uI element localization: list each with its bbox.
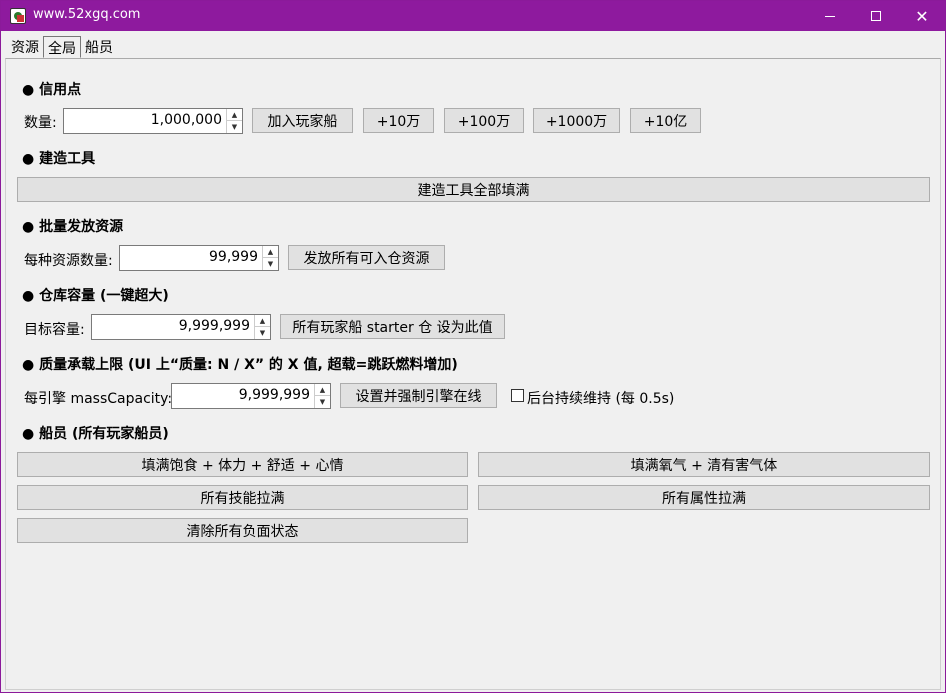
add-to-player-ship-button[interactable]: 加入玩家船 bbox=[252, 108, 353, 133]
spin-arrows: ▲ ▼ bbox=[254, 315, 270, 339]
section-credits-header: ● 信用点 bbox=[22, 82, 82, 98]
fill-needs-button[interactable]: 填满饱食 + 体力 + 舒适 + 心情 bbox=[17, 452, 468, 477]
max-attributes-button[interactable]: 所有属性拉满 bbox=[478, 485, 930, 510]
background-maintain-checkbox[interactable] bbox=[511, 389, 524, 402]
batch-qty-spinbox[interactable]: 99,999 ▲ ▼ bbox=[119, 245, 279, 271]
grant-all-resources-button[interactable]: 发放所有可入仓资源 bbox=[288, 245, 445, 270]
add-1000w-button[interactable]: +1000万 bbox=[533, 108, 620, 133]
add-100w-button[interactable]: +100万 bbox=[444, 108, 524, 133]
credits-qty-label: 数量: bbox=[24, 115, 57, 131]
storage-target-label: 目标容量: bbox=[24, 322, 85, 338]
set-force-engine-online-button[interactable]: 设置并强制引擎在线 bbox=[340, 383, 497, 408]
fill-oxygen-button[interactable]: 填满氧气 + 清有害气体 bbox=[478, 452, 930, 477]
clear-negative-status-button[interactable]: 清除所有负面状态 bbox=[17, 518, 468, 543]
section-batch-header: ● 批量发放资源 bbox=[22, 219, 124, 235]
set-starter-storage-button[interactable]: 所有玩家船 starter 仓 设为此值 bbox=[280, 314, 505, 339]
section-crew-header: ● 船员 (所有玩家船员) bbox=[22, 426, 169, 442]
spin-arrows: ▲ ▼ bbox=[314, 384, 330, 408]
global-panel: ● 信用点 数量: 1,000,000 ▲ ▼ 加入玩家船 +10万 +100万… bbox=[5, 58, 941, 690]
maximize-icon bbox=[871, 11, 881, 21]
title-bar[interactable]: www.52xgq.com ✕ bbox=[1, 1, 945, 31]
credits-qty-value: 1,000,000 bbox=[150, 112, 222, 128]
spin-down-icon[interactable]: ▼ bbox=[263, 258, 278, 270]
spin-down-icon[interactable]: ▼ bbox=[255, 327, 270, 339]
spin-arrows: ▲ ▼ bbox=[262, 246, 278, 270]
close-icon: ✕ bbox=[915, 6, 929, 26]
tab-resources[interactable]: 资源 bbox=[7, 36, 43, 58]
minimize-button[interactable] bbox=[807, 1, 853, 31]
spin-arrows: ▲ ▼ bbox=[226, 109, 242, 133]
add-10yi-button[interactable]: +10亿 bbox=[630, 108, 701, 133]
background-maintain-label: 后台持续维持 (每 0.5s) bbox=[527, 391, 675, 407]
maximize-button[interactable] bbox=[853, 1, 899, 31]
spin-up-icon[interactable]: ▲ bbox=[315, 384, 330, 396]
spin-down-icon[interactable]: ▼ bbox=[227, 121, 242, 133]
spin-down-icon[interactable]: ▼ bbox=[315, 396, 330, 408]
minimize-icon bbox=[825, 15, 835, 17]
section-mass-header: ● 质量承载上限 (UI 上“质量: N / X” 的 X 值, 超载=跳跃燃料… bbox=[22, 357, 458, 373]
app-icon bbox=[10, 8, 26, 24]
section-build-header: ● 建造工具 bbox=[22, 151, 96, 167]
tab-bar: 资源 全局 船员 bbox=[7, 36, 117, 58]
spin-up-icon[interactable]: ▲ bbox=[263, 246, 278, 258]
mass-capacity-value: 9,999,999 bbox=[238, 387, 310, 403]
window-title: www.52xgq.com bbox=[33, 7, 141, 22]
fill-build-tools-button[interactable]: 建造工具全部填满 bbox=[17, 177, 930, 202]
mass-capacity-spinbox[interactable]: 9,999,999 ▲ ▼ bbox=[171, 383, 331, 409]
batch-qty-label: 每种资源数量: bbox=[24, 253, 113, 269]
spin-up-icon[interactable]: ▲ bbox=[255, 315, 270, 327]
credits-qty-spinbox[interactable]: 1,000,000 ▲ ▼ bbox=[63, 108, 243, 134]
close-button[interactable]: ✕ bbox=[899, 1, 945, 31]
batch-qty-value: 99,999 bbox=[209, 249, 258, 265]
mass-capacity-label: 每引擎 massCapacity: bbox=[24, 391, 173, 407]
section-storage-header: ● 仓库容量 (一键超大) bbox=[22, 288, 169, 304]
app-window: www.52xgq.com ✕ 资源 全局 船员 ● 信用点 数量: 1,000… bbox=[0, 0, 946, 693]
tab-crew[interactable]: 船员 bbox=[81, 36, 117, 58]
add-10w-button[interactable]: +10万 bbox=[363, 108, 434, 133]
tab-global[interactable]: 全局 bbox=[43, 36, 81, 58]
max-skills-button[interactable]: 所有技能拉满 bbox=[17, 485, 468, 510]
spin-up-icon[interactable]: ▲ bbox=[227, 109, 242, 121]
storage-target-spinbox[interactable]: 9,999,999 ▲ ▼ bbox=[91, 314, 271, 340]
storage-target-value: 9,999,999 bbox=[178, 318, 250, 334]
